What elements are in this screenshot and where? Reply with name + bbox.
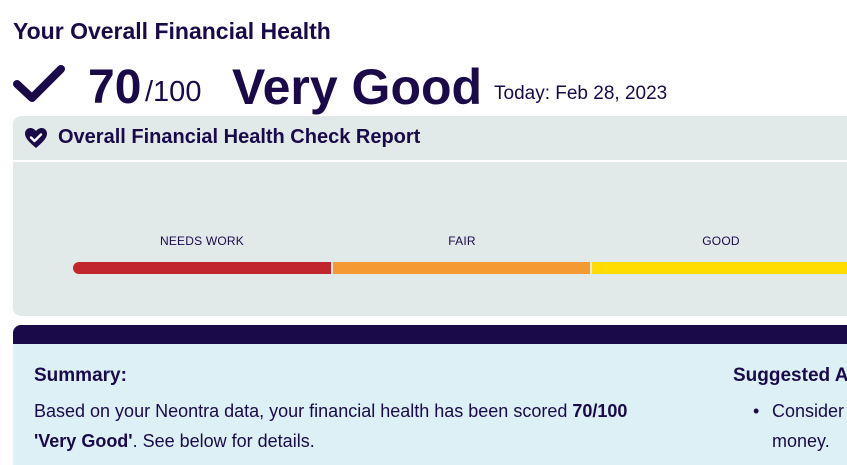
summary-score: 70/100: [572, 401, 628, 421]
suggested-item-line1: Consider: [772, 401, 845, 421]
scale-bar-fair: [333, 262, 590, 274]
summary-heading: Summary:: [34, 365, 127, 386]
score-row: 70 /100 Very Good Today: Feb 28, 2023: [13, 58, 847, 115]
summary-text-prefix: Based on your Neontra data, your financi…: [34, 401, 573, 421]
summary-text: Based on your Neontra data, your financi…: [34, 396, 694, 456]
report-card: Overall Financial Health Check Report NE…: [13, 116, 847, 316]
scale-label-good: GOOD: [702, 234, 740, 248]
scale-label-needs-work: NEEDS WORK: [159, 234, 244, 248]
scale-bar-needs-work: [73, 262, 331, 274]
suggested-item-line2: money.: [772, 431, 830, 451]
summary-card: Summary: Based on your Neontra data, you…: [13, 325, 847, 465]
check-icon: [13, 65, 65, 102]
suggested-actions-heading: Suggested A: [733, 365, 847, 386]
summary-rating: 'Very Good': [34, 431, 133, 451]
score-date: Today: Feb 28, 2023: [494, 83, 668, 104]
score-max: /100: [145, 76, 202, 108]
report-title: Overall Financial Health Check Report: [58, 126, 421, 148]
bullet-icon: •: [753, 401, 760, 421]
score-rating: Very Good: [232, 59, 483, 115]
summary-text-suffix: . See below for details.: [132, 431, 315, 451]
score-value: 70: [88, 61, 142, 114]
heart-check-icon: [25, 128, 47, 148]
scale-bar-good: [592, 262, 847, 274]
summary-top-bar: [13, 325, 847, 344]
page-title: Your Overall Financial Health: [13, 18, 331, 44]
scale-label-fair: FAIR: [448, 234, 476, 248]
report-header: Overall Financial Health Check Report: [13, 116, 847, 162]
